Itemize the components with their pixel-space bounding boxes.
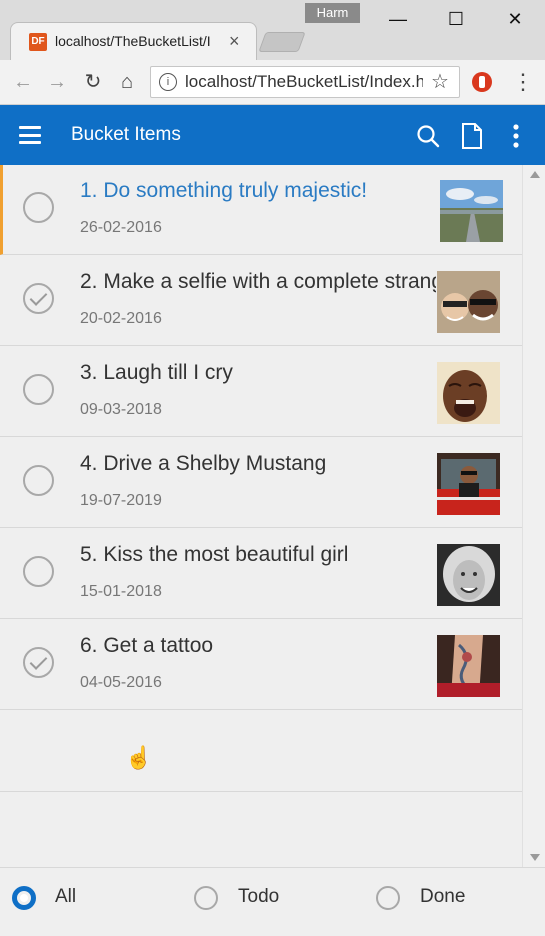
extension-icon[interactable] [472, 72, 492, 92]
profile-badge[interactable]: Harm [305, 3, 360, 23]
maximize-button[interactable]: ☐ [436, 6, 476, 32]
item-title: 5. Kiss the most beautiful girl [80, 543, 349, 566]
item-date: 04-05-2016 [80, 674, 162, 691]
bucket-list: 1. Do something truly majestic! 26-02-20… [0, 165, 522, 867]
item-title: 1. Do something truly majestic! [80, 179, 368, 202]
item-thumbnail [437, 453, 500, 515]
item-date: 19-07-2019 [80, 492, 162, 509]
item-checkbox[interactable] [23, 465, 54, 496]
item-checkbox[interactable] [23, 647, 54, 678]
browser-tab[interactable]: DF localhost/TheBucketList/I × [10, 22, 257, 61]
item-title: 2. Make a selfie with a complete strange… [80, 270, 436, 293]
list-item[interactable]: 2. Make a selfie with a complete strange… [0, 256, 522, 346]
tab-title: localhost/TheBucketList/I [55, 33, 211, 49]
item-thumbnail [437, 635, 500, 697]
app-header: Bucket Items [0, 105, 545, 165]
url-text[interactable]: localhost/TheBucketList/Index.h [185, 72, 423, 92]
browser-toolbar: ← → ↻ ⌂ i localhost/TheBucketList/Index.… [0, 60, 545, 105]
item-checkbox[interactable] [23, 556, 54, 587]
bookmark-star-icon[interactable]: ☆ [431, 69, 449, 94]
filter-radio-todo[interactable] [194, 886, 218, 910]
item-title: 4. Drive a Shelby Mustang [80, 452, 327, 475]
browser-menu-icon[interactable]: ⋮ [512, 60, 534, 104]
list-item[interactable]: 6. Get a tattoo 04-05-2016 [0, 620, 522, 710]
item-title: 6. Get a tattoo [80, 634, 214, 657]
favicon-icon: DF [29, 33, 47, 51]
home-icon[interactable]: ⌂ [112, 60, 142, 104]
window-title-bar: Harm — ☐ ✕ DF localhost/TheBucketList/I … [0, 0, 545, 61]
item-title: 3. Laugh till I cry [80, 361, 233, 384]
scrollbar[interactable] [522, 165, 545, 867]
list-item[interactable]: 1. Do something truly majestic! 26-02-20… [0, 165, 522, 255]
item-checkbox[interactable] [23, 283, 54, 314]
item-date: 15-01-2018 [80, 583, 162, 600]
scroll-down-arrow-icon[interactable] [530, 854, 540, 861]
filter-bar: All Todo Done [0, 867, 545, 936]
item-checkbox[interactable] [23, 374, 54, 405]
item-date: 20-02-2016 [80, 310, 162, 327]
tab-close-icon[interactable]: × [229, 31, 240, 52]
item-thumbnail [440, 180, 503, 242]
minimize-button[interactable]: — [378, 6, 418, 32]
forward-icon[interactable]: → [42, 60, 72, 104]
list-item[interactable]: 5. Kiss the most beautiful girl 15-01-20… [0, 529, 522, 619]
site-info-icon[interactable]: i [159, 73, 177, 91]
item-date: 09-03-2018 [80, 401, 162, 418]
list-item[interactable]: 4. Drive a Shelby Mustang 19-07-2019 [0, 438, 522, 528]
hand-cursor-icon: ☝ [125, 745, 153, 770]
address-bar[interactable]: i localhost/TheBucketList/Index.h ☆ [150, 66, 460, 98]
item-thumbnail [437, 544, 500, 606]
item-thumbnail [437, 362, 500, 424]
filter-radio-done[interactable] [376, 886, 400, 910]
new-document-icon[interactable] [461, 123, 483, 149]
more-options-icon[interactable] [508, 123, 524, 149]
item-checkbox[interactable] [23, 192, 54, 223]
close-window-button[interactable]: ✕ [495, 6, 535, 32]
new-tab-button[interactable] [258, 32, 306, 52]
list-item[interactable]: 3. Laugh till I cry 09-03-2018 [0, 347, 522, 437]
scroll-up-arrow-icon[interactable] [530, 171, 540, 178]
item-date: 26-02-2016 [80, 219, 162, 236]
search-icon[interactable] [416, 124, 440, 148]
filter-radio-all[interactable] [12, 886, 36, 910]
hamburger-menu-icon[interactable] [19, 126, 41, 144]
page-title: Bucket Items [71, 124, 181, 145]
empty-list-row [0, 712, 522, 792]
filter-label-todo[interactable]: Todo [238, 886, 279, 908]
item-thumbnail [437, 271, 500, 333]
filter-label-done[interactable]: Done [420, 886, 465, 908]
filter-label-all[interactable]: All [55, 886, 76, 908]
reload-icon[interactable]: ↻ [78, 60, 108, 104]
back-icon[interactable]: ← [8, 60, 38, 104]
